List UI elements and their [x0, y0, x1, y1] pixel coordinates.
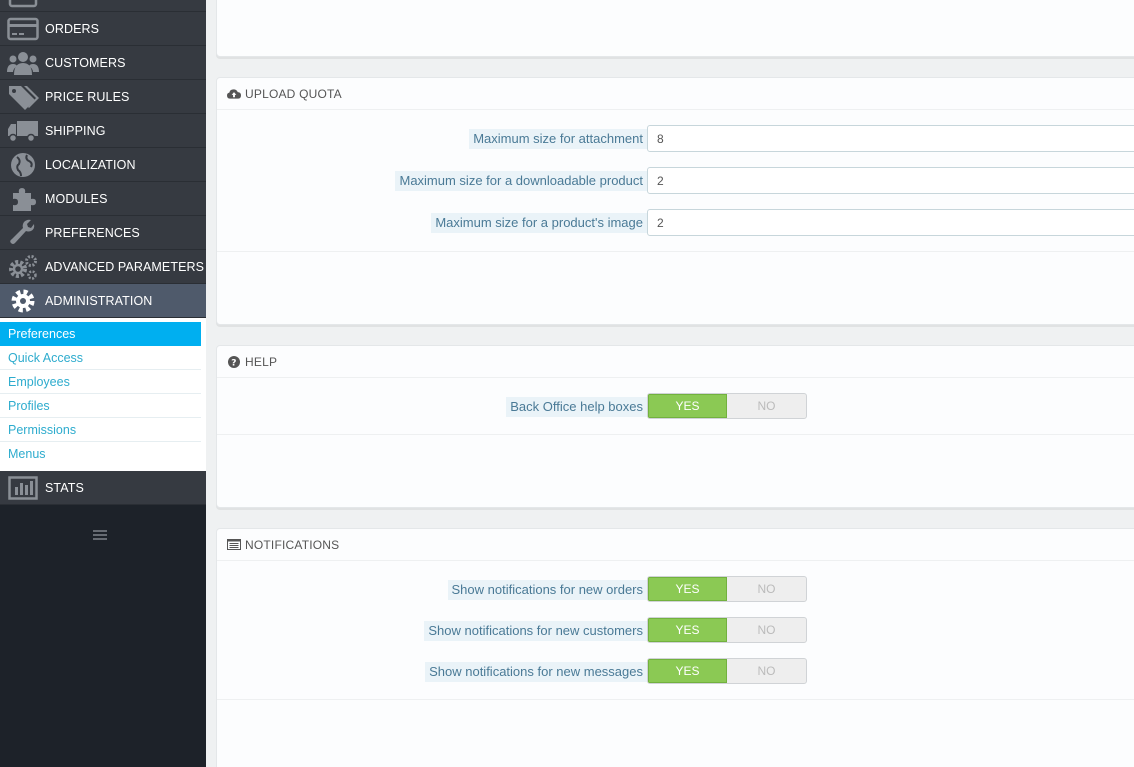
toggle-no[interactable]: NO	[727, 394, 806, 418]
dashboard-icon	[0, 0, 45, 11]
puzzle-icon	[0, 182, 45, 216]
sidebar-item-shipping[interactable]: SHIPPING	[0, 114, 206, 148]
wrench-icon	[0, 216, 45, 250]
cloud-upload-icon	[227, 87, 241, 101]
submenu-item-menus[interactable]: Menus	[0, 442, 201, 466]
top-panel	[216, 0, 1134, 57]
help-boxes-toggle[interactable]: YES NO	[647, 393, 807, 419]
new-customers-toggle[interactable]: YES NO	[647, 617, 807, 643]
panel-title: UPLOAD QUOTA	[245, 86, 342, 101]
sidebar-item-label: PREFERENCES	[45, 225, 140, 240]
new-messages-toggle[interactable]: YES NO	[647, 658, 807, 684]
form-label: Show notifications for new messages	[425, 662, 647, 682]
sidebar-item-modules[interactable]: MODULES	[0, 182, 206, 216]
new-orders-toggle[interactable]: YES NO	[647, 576, 807, 602]
users-icon	[0, 46, 45, 80]
sidebar-item-label: CUSTOMERS	[45, 55, 126, 70]
form-label: Show notifications for new orders	[447, 580, 647, 600]
submenu-item-profiles[interactable]: Profiles	[0, 394, 201, 418]
submenu-item-permissions[interactable]: Permissions	[0, 418, 201, 442]
form-label: Back Office help boxes	[506, 397, 647, 417]
form-row-new-messages: Show notifications for new messages YES …	[217, 658, 1134, 686]
panel-divider	[217, 699, 1134, 700]
help-panel: ? HELP Back Office help boxes YES NO	[216, 345, 1134, 508]
sidebar-item-label: SHIPPING	[45, 123, 106, 138]
sidebar-item-label: ORDERS	[45, 21, 100, 36]
panel-divider	[217, 251, 1134, 252]
sidebar-item-customers[interactable]: CUSTOMERS	[0, 46, 206, 80]
form-row-attachment-size: Maximum size for attachment	[217, 125, 1134, 153]
toggle-yes[interactable]: YES	[648, 394, 728, 418]
form-row-new-customers: Show notifications for new customers YES…	[217, 617, 1134, 645]
max-image-size-input[interactable]	[647, 209, 1134, 236]
toggle-no[interactable]: NO	[727, 618, 806, 642]
bar-chart-icon	[0, 471, 45, 505]
panel-heading: ? HELP	[217, 346, 1134, 378]
max-attachment-size-input[interactable]	[647, 125, 1134, 152]
truck-icon	[0, 114, 45, 148]
list-alt-icon	[227, 538, 241, 552]
administration-submenu: Preferences Quick Access Employees Profi…	[0, 318, 206, 471]
panel-heading: NOTIFICATIONS	[217, 529, 1134, 561]
max-downloadable-size-input[interactable]	[647, 167, 1134, 194]
credit-card-icon	[0, 12, 45, 46]
form-label: Maximum size for a downloadable product	[395, 171, 647, 191]
sidebar-collapse-icon[interactable]	[93, 530, 107, 542]
toggle-no[interactable]: NO	[727, 577, 806, 601]
form-row-image-size: Maximum size for a product's image	[217, 209, 1134, 237]
sidebar: ORDERS CUSTOMERS PRICE RULES SHIPPING LO…	[0, 0, 206, 767]
sidebar-item-label: ADMINISTRATION	[45, 293, 153, 308]
sidebar-item-label: STATS	[45, 480, 84, 495]
sidebar-item-orders[interactable]: ORDERS	[0, 12, 206, 46]
sidebar-item-advanced-parameters[interactable]: ADVANCED PARAMETERS	[0, 250, 206, 284]
form-row-new-orders: Show notifications for new orders YES NO	[217, 576, 1134, 604]
panel-title: HELP	[245, 354, 278, 369]
upload-quota-panel: UPLOAD QUOTA Maximum size for attachment…	[216, 77, 1134, 325]
sidebar-item-label: MODULES	[45, 191, 108, 206]
cogs-icon	[0, 250, 45, 284]
sidebar-item-dashboard[interactable]	[0, 0, 206, 12]
panel-divider	[217, 434, 1134, 435]
sidebar-item-administration[interactable]: ADMINISTRATION	[0, 284, 206, 318]
sidebar-item-price-rules[interactable]: PRICE RULES	[0, 80, 206, 114]
sidebar-item-preferences[interactable]: PREFERENCES	[0, 216, 206, 250]
form-label: Show notifications for new customers	[424, 621, 647, 641]
form-label: Maximum size for attachment	[469, 129, 647, 149]
form-label: Maximum size for a product's image	[431, 213, 647, 233]
svg-text:?: ?	[231, 358, 236, 368]
panel-title: NOTIFICATIONS	[245, 537, 340, 552]
panel-heading: UPLOAD QUOTA	[217, 78, 1134, 110]
form-row-downloadable-size: Maximum size for a downloadable product	[217, 167, 1134, 195]
submenu-item-employees[interactable]: Employees	[0, 370, 201, 394]
sidebar-item-localization[interactable]: LOCALIZATION	[0, 148, 206, 182]
sidebar-item-label: LOCALIZATION	[45, 157, 136, 172]
notifications-panel: NOTIFICATIONS Show notifications for new…	[216, 528, 1134, 767]
submenu-item-quick-access[interactable]: Quick Access	[0, 346, 201, 370]
submenu-item-preferences[interactable]: Preferences	[0, 322, 201, 346]
tags-icon	[0, 80, 45, 114]
toggle-yes[interactable]: YES	[648, 659, 728, 683]
toggle-no[interactable]: NO	[727, 659, 806, 683]
form-row-help-boxes: Back Office help boxes YES NO	[217, 393, 1134, 421]
question-circle-icon: ?	[227, 355, 241, 369]
sidebar-item-label: PRICE RULES	[45, 89, 130, 104]
globe-icon	[0, 148, 45, 182]
sidebar-item-stats[interactable]: STATS	[0, 471, 206, 505]
toggle-yes[interactable]: YES	[648, 618, 728, 642]
gear-icon	[0, 284, 45, 318]
toggle-yes[interactable]: YES	[648, 577, 728, 601]
sidebar-item-label: ADVANCED PARAMETERS	[45, 259, 205, 274]
